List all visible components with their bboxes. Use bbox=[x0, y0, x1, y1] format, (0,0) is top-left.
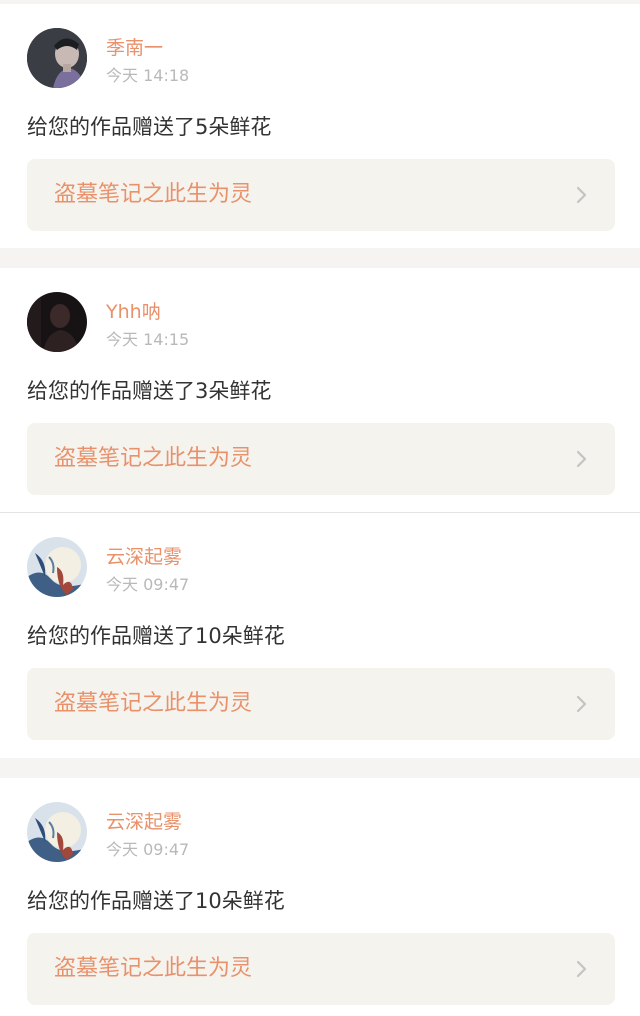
work-title: 盗墓笔记之此生为灵 bbox=[54, 691, 253, 716]
timestamp: 今天 14:15 bbox=[106, 330, 190, 349]
chevron-right-icon bbox=[575, 449, 589, 469]
work-link-button[interactable]: 盗墓笔记之此生为灵 bbox=[27, 668, 615, 740]
gift-message: 给您的作品赠送了10朵鲜花 bbox=[27, 624, 285, 648]
moon-illustration-avatar-icon bbox=[27, 802, 87, 862]
gift-message: 给您的作品赠送了10朵鲜花 bbox=[27, 889, 285, 913]
user-avatar[interactable] bbox=[27, 28, 87, 88]
chevron-right-icon bbox=[575, 185, 589, 205]
work-title: 盗墓笔记之此生为灵 bbox=[54, 182, 253, 207]
username[interactable]: 云深起雾 bbox=[106, 811, 182, 833]
user-avatar[interactable] bbox=[27, 537, 87, 597]
notification-card: Yhh呐 今天 14:15 给您的作品赠送了3朵鲜花 盗墓笔记之此生为灵 bbox=[0, 268, 640, 512]
work-link-button[interactable]: 盗墓笔记之此生为灵 bbox=[27, 159, 615, 231]
dark-portrait-avatar-icon bbox=[27, 28, 87, 88]
notification-card: 季南一 今天 14:18 给您的作品赠送了5朵鲜花 盗墓笔记之此生为灵 bbox=[0, 4, 640, 248]
work-title: 盗墓笔记之此生为灵 bbox=[54, 956, 253, 981]
username[interactable]: 季南一 bbox=[106, 37, 163, 59]
timestamp: 今天 14:18 bbox=[106, 66, 190, 85]
user-avatar[interactable] bbox=[27, 292, 87, 352]
chevron-right-icon bbox=[575, 694, 589, 714]
gift-notification-feed: 季南一 今天 14:18 给您的作品赠送了5朵鲜花 盗墓笔记之此生为灵 Yhh呐… bbox=[0, 0, 640, 1016]
work-link-button[interactable]: 盗墓笔记之此生为灵 bbox=[27, 933, 615, 1005]
moon-illustration-avatar-icon bbox=[27, 537, 87, 597]
gift-message: 给您的作品赠送了3朵鲜花 bbox=[27, 379, 272, 403]
username[interactable]: 云深起雾 bbox=[106, 546, 182, 568]
notification-card: 云深起雾 今天 09:47 给您的作品赠送了10朵鲜花 盗墓笔记之此生为灵 bbox=[0, 778, 640, 1016]
work-title: 盗墓笔记之此生为灵 bbox=[54, 446, 253, 471]
timestamp: 今天 09:47 bbox=[106, 840, 190, 859]
notification-card: 云深起雾 今天 09:47 给您的作品赠送了10朵鲜花 盗墓笔记之此生为灵 bbox=[0, 512, 640, 758]
username[interactable]: Yhh呐 bbox=[106, 301, 161, 323]
silhouette-avatar-icon bbox=[27, 292, 87, 352]
timestamp: 今天 09:47 bbox=[106, 575, 190, 594]
work-link-button[interactable]: 盗墓笔记之此生为灵 bbox=[27, 423, 615, 495]
chevron-right-icon bbox=[575, 959, 589, 979]
user-avatar[interactable] bbox=[27, 802, 87, 862]
gift-message: 给您的作品赠送了5朵鲜花 bbox=[27, 115, 272, 139]
